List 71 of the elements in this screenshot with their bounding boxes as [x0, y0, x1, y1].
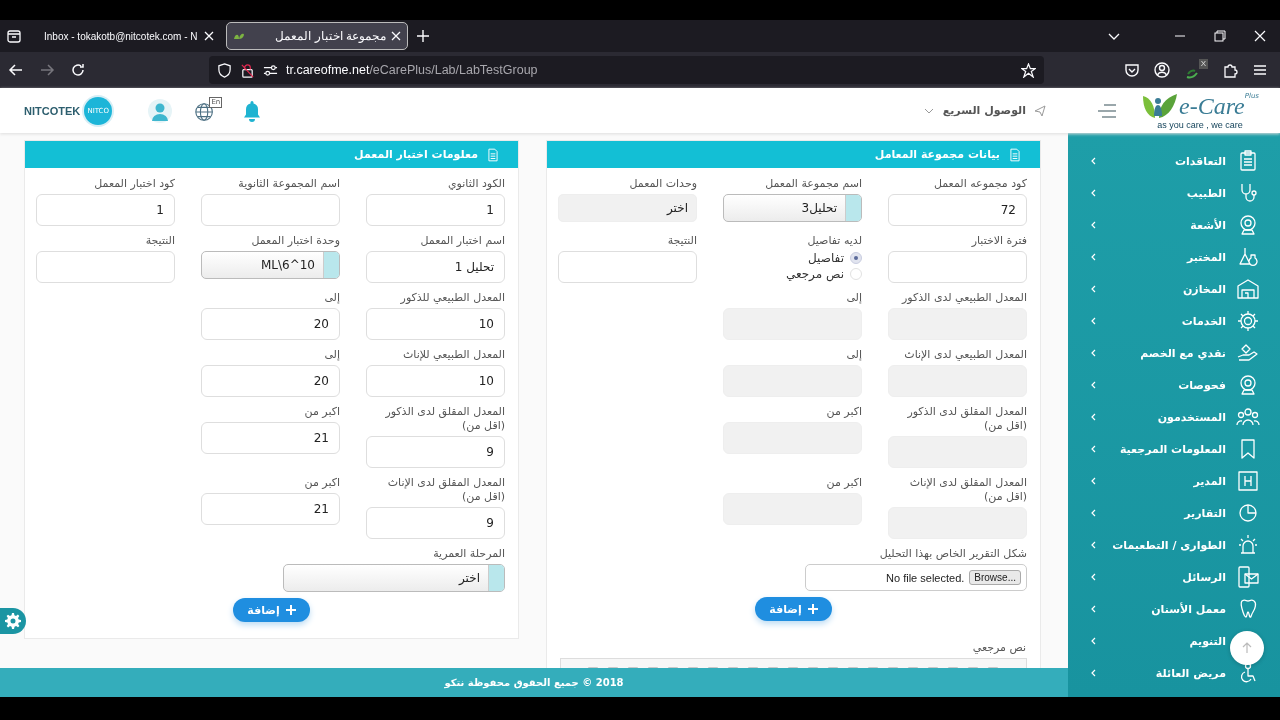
field-label: المرحلة العمرية [432, 547, 505, 561]
field-label: كود اختبار المعمل [93, 177, 175, 191]
field-label: إلى [845, 291, 862, 305]
sidebar-item[interactable]: التقارير [1068, 497, 1280, 529]
input-field[interactable]: 21 [201, 493, 340, 525]
select-field[interactable]: ML\6^10 [201, 251, 340, 279]
field-label: لديه تفاصيل [806, 234, 862, 248]
quick-access-menu[interactable]: الوصول السريع [922, 104, 1046, 117]
field-label: المعدل المقلق لدى الإناث (اقل من) [386, 476, 505, 504]
field-label: المعدل المقلق لدى الذكور (اقل من) [384, 405, 505, 433]
panel-title: بيانات مجموعة المعامل [874, 148, 1000, 161]
field-label: وحدة اختبار المعمل [250, 234, 340, 248]
sidebar-item[interactable]: معمل الأسنان [1068, 593, 1280, 625]
input-field[interactable]: 9 [366, 436, 505, 468]
input-field[interactable]: 21 [201, 422, 340, 454]
field-label: المعدل الطبيعي للذكور [399, 291, 505, 305]
browser-tab[interactable]: Inbox - tokakotb@nitcotek.com - N [38, 22, 220, 50]
add-button[interactable]: إضافة [233, 598, 310, 622]
sidebar-item[interactable]: المدير [1068, 465, 1280, 497]
field-label: فترة الاختبار [970, 234, 1027, 248]
sidebar-item[interactable]: الرسائل [1068, 561, 1280, 593]
field-label: اكبر من [825, 405, 862, 419]
browse-button[interactable]: Browse... [969, 570, 1021, 585]
input-field[interactable]: 1 [366, 194, 505, 226]
company-name: NITCOTEK [24, 104, 81, 117]
field-label: اسم المجموعة الثانوية [237, 177, 340, 191]
field-label: النتيجة [144, 234, 175, 248]
field-label: إلى [323, 348, 340, 362]
field-label: اكبر من [303, 476, 340, 490]
radio-label: تفاصيل [808, 251, 844, 265]
field-label: شكل التقرير الخاص بهذا التحليل [878, 547, 1027, 561]
field-label: المعدل الطبيعي للإناث [401, 348, 505, 362]
input-field[interactable]: تحليل 1 [366, 251, 505, 283]
radio-label: نص مرجعي [785, 267, 844, 281]
input-field[interactable]: 20 [201, 365, 340, 397]
footer-text: 2018 © جميع الحقوق محفوظة نتكو [0, 668, 1068, 697]
logo-name: e-Care [1179, 91, 1245, 120]
field-label: اكبر من [825, 476, 862, 490]
address-bar[interactable]: tr.careofme.net/eCarePlus/Lab/LabTestGroup [209, 56, 1044, 84]
field-label: كود مجموعه المعمل [932, 177, 1027, 191]
browser-tab[interactable]: مجموعة اختبار المعمل [226, 22, 408, 50]
sidebar-item[interactable]: الطوارى / التطعيمات [1068, 529, 1280, 561]
input-field[interactable]: 10 [366, 308, 505, 340]
field-label: اكبر من [303, 405, 340, 419]
url-text[interactable]: tr.careofme.net/eCarePlus/Lab/LabTestGroup [286, 63, 538, 77]
input-field[interactable]: 9 [366, 507, 505, 539]
input-field[interactable]: 20 [201, 308, 340, 340]
add-button[interactable]: إضافة [755, 597, 832, 621]
field-label: النتيجة [666, 234, 697, 248]
file-field[interactable]: No file selected. Browse... [805, 564, 1027, 591]
field-label: الكود الثانوي [447, 177, 505, 191]
panel-title: معلومات اختبار المعمل [354, 148, 478, 161]
select-field[interactable]: تحليل3 [723, 194, 862, 222]
field-label: المعدل الطبيعي لدى الإناث [903, 348, 1027, 362]
field-label: إلى [323, 291, 340, 305]
select-field[interactable]: اختر [283, 564, 505, 592]
extension-button[interactable]: X [1184, 59, 1208, 81]
file-status: No file selected. [886, 571, 965, 584]
field-label: وحدات المعمل [628, 177, 697, 191]
field-label: المعدل المقلق لدى الإناث (اقل من) [908, 476, 1027, 504]
field-label: المعدل المقلق لدى الذكور (اقل من) [906, 405, 1027, 433]
field-label: إلى [845, 348, 862, 362]
logo-tagline: as you care , we care [1157, 119, 1243, 130]
input-field[interactable]: 10 [366, 365, 505, 397]
field-label: نص مرجعي [971, 640, 1027, 656]
field-label: اسم اختبار المعمل [419, 234, 505, 248]
field-label: اسم مجموعة المعمل [764, 177, 862, 191]
sidebar-item[interactable]: التنويم [1068, 625, 1280, 657]
input-field[interactable]: 72 [888, 194, 1027, 226]
input-field[interactable]: 1 [36, 194, 175, 226]
field-label: المعدل الطبيعي لدى الذكور [900, 291, 1027, 305]
